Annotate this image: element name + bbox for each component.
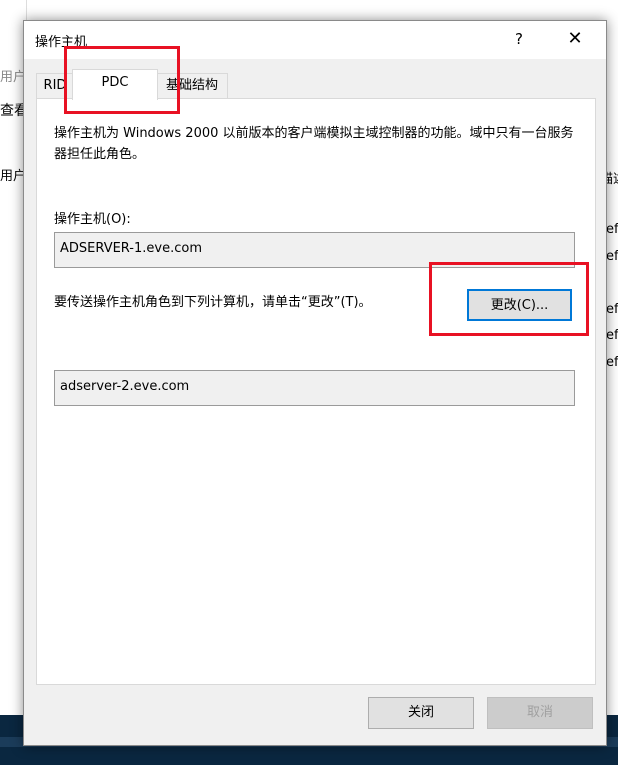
close-icon[interactable]: ✕ [552, 21, 598, 55]
bg-text: ef [606, 302, 618, 317]
bg-text: ef [606, 249, 618, 264]
operations-master-dialog: 操作主机 ? ✕ RID PDC 基础结构 操作主机为 Windows 2000… [23, 20, 607, 746]
transfer-instruction: 要传送操作主机角色到下列计算机，请单击“更改”(T)。 [54, 295, 372, 310]
highlight-box-change-button [429, 262, 589, 336]
help-button[interactable]: ? [496, 21, 542, 55]
operations-master-value: ADSERVER-1.eve.com [60, 241, 202, 256]
close-button[interactable]: 关闭 [368, 697, 474, 729]
bg-text: ef [606, 222, 618, 237]
operations-master-label: 操作主机(O): [54, 212, 131, 227]
bg-text: ef [606, 328, 618, 343]
cancel-button[interactable]: 取消 [487, 697, 593, 729]
role-description: 操作主机为 Windows 2000 以前版本的客户端模拟主域控制器的功能。域中… [54, 126, 574, 162]
highlight-box-pdc-tab [64, 46, 180, 114]
target-computer-field[interactable]: adserver-2.eve.com [54, 370, 575, 406]
target-computer-value: adserver-2.eve.com [60, 379, 190, 394]
tab-panel-pdc: 操作主机为 Windows 2000 以前版本的客户端模拟主域控制器的功能。域中… [36, 98, 596, 685]
bg-text: ef [606, 355, 618, 370]
